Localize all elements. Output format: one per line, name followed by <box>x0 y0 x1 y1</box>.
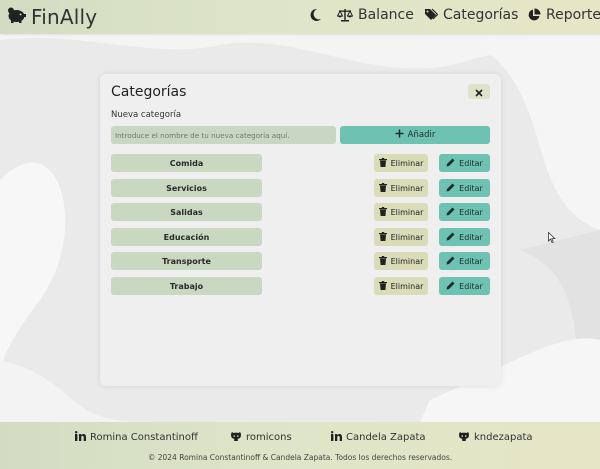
edit-button[interactable]: Editar <box>439 203 490 221</box>
footer-link-romina-linkedin[interactable]: Romina Constantinoff <box>75 431 198 444</box>
tags-icon <box>424 8 438 22</box>
delete-button[interactable]: Eliminar <box>374 252 428 270</box>
edit-label: Editar <box>459 183 483 193</box>
nav-reporte-label: Reporte <box>546 7 600 23</box>
delete-label: Eliminar <box>390 207 424 217</box>
edit-button[interactable]: Editar <box>439 252 490 270</box>
footer-link-label: Romina Constantinoff <box>90 432 198 443</box>
delete-button[interactable]: Eliminar <box>374 277 428 295</box>
category-row: Servicios Eliminar Editar <box>111 179 491 197</box>
piggy-bank-icon <box>6 6 26 28</box>
edit-label: Editar <box>459 158 483 168</box>
delete-label: Eliminar <box>390 158 424 168</box>
add-category-button[interactable]: Añadir <box>340 126 490 144</box>
trash-icon <box>378 280 387 292</box>
footer-link-romicons-github[interactable]: romicons <box>230 431 292 444</box>
delete-label: Eliminar <box>390 183 424 193</box>
footer-link-label: kndezapata <box>474 432 533 443</box>
edit-label: Editar <box>459 281 483 291</box>
edit-label: Editar <box>459 256 483 266</box>
mouse-cursor-icon <box>548 228 556 247</box>
pencil-icon <box>446 232 455 243</box>
pencil-icon <box>446 256 455 267</box>
plus-icon <box>395 129 404 141</box>
category-name: Educación <box>111 228 262 246</box>
edit-button[interactable]: Editar <box>439 228 490 246</box>
brand-logo[interactable]: FinAlly <box>6 5 97 29</box>
delete-label: Eliminar <box>390 281 424 291</box>
delete-button[interactable]: Eliminar <box>374 228 428 246</box>
linkedin-icon <box>331 431 342 444</box>
delete-label: Eliminar <box>390 256 424 266</box>
github-icon <box>230 431 242 444</box>
category-name: Servicios <box>111 179 262 197</box>
footer-link-label: romicons <box>246 432 292 443</box>
footer-link-candela-linkedin[interactable]: Candela Zapata <box>331 431 426 444</box>
pencil-icon <box>446 158 455 169</box>
modal-title: Categorías <box>111 84 187 100</box>
nav-balance-label: Balance <box>358 7 414 23</box>
pie-chart-icon <box>527 8 541 22</box>
new-category-input[interactable] <box>111 126 336 144</box>
delete-button[interactable]: Eliminar <box>374 179 428 197</box>
category-name: Comida <box>111 154 262 172</box>
close-icon <box>475 82 483 101</box>
theme-toggle-button[interactable] <box>309 8 322 22</box>
nav-categorias-label: Categorías <box>443 7 519 23</box>
pencil-icon <box>446 281 455 292</box>
moon-icon <box>309 8 322 22</box>
trash-icon <box>378 157 387 169</box>
nav-reporte[interactable]: Reporte <box>527 7 600 23</box>
footer-link-kndezapata-github[interactable]: kndezapata <box>458 431 533 444</box>
delete-button[interactable]: Eliminar <box>374 154 428 172</box>
footer-link-label: Candela Zapata <box>346 432 426 443</box>
app-name: FinAlly <box>31 5 98 29</box>
copyright-text: © 2024 Romina Constantinoff & Candela Za… <box>147 453 453 462</box>
edit-button[interactable]: Editar <box>439 154 490 172</box>
category-row: Educación Eliminar Editar <box>111 228 491 246</box>
edit-button[interactable]: Editar <box>439 277 490 295</box>
category-name: Salidas <box>111 203 262 221</box>
github-icon <box>458 431 470 444</box>
edit-label: Editar <box>459 232 483 242</box>
edit-button[interactable]: Editar <box>439 179 490 197</box>
trash-icon <box>378 182 387 194</box>
nav-categorias[interactable]: Categorías <box>424 7 518 23</box>
pencil-icon <box>446 207 455 218</box>
footer: Romina Constantinoff romicons Candela Za… <box>0 422 600 469</box>
linkedin-icon <box>75 431 86 444</box>
delete-button[interactable]: Eliminar <box>374 203 428 221</box>
delete-label: Eliminar <box>390 232 424 242</box>
category-name: Transporte <box>111 252 262 270</box>
pencil-icon <box>446 183 455 194</box>
category-row: Comida Eliminar Editar <box>111 154 491 172</box>
new-category-label: Nueva categoría <box>111 110 182 120</box>
close-button[interactable] <box>468 84 490 99</box>
nav-balance[interactable]: Balance <box>337 7 414 23</box>
add-button-label: Añadir <box>407 130 436 140</box>
category-row: Transporte Eliminar Editar <box>111 252 491 270</box>
trash-icon <box>378 231 387 243</box>
category-row: Salidas Eliminar Editar <box>111 203 491 221</box>
top-navbar: FinAlly Balance Categorías Reporte <box>0 0 600 34</box>
trash-icon <box>378 255 387 267</box>
trash-icon <box>378 206 387 218</box>
scale-icon <box>337 8 353 22</box>
category-row: Trabajo Eliminar Editar <box>111 277 491 295</box>
category-name: Trabajo <box>111 277 262 295</box>
categories-modal: Categorías Nueva categoría Añadir Comida… <box>100 74 501 386</box>
edit-label: Editar <box>459 207 483 217</box>
